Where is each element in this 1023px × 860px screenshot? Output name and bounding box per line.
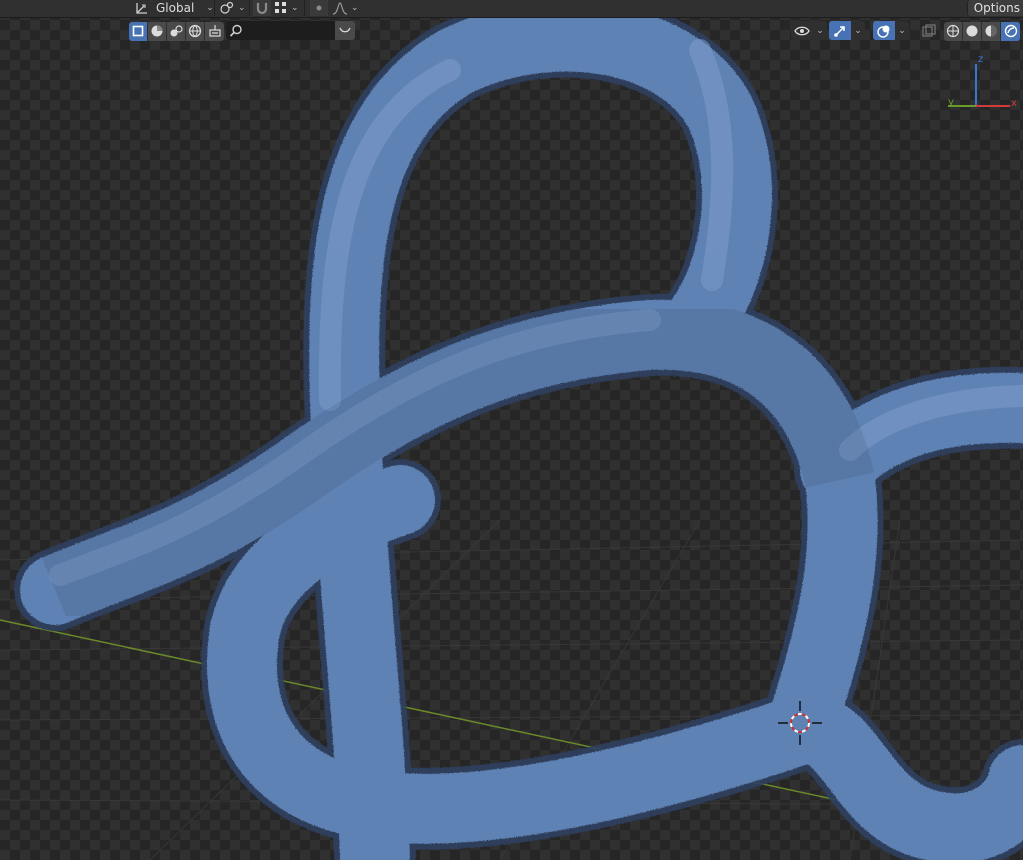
xray-icon [921, 23, 936, 37]
transform-orientation-dropdown[interactable]: Global ⌄ [134, 0, 214, 16]
shading-material-button[interactable] [982, 21, 1001, 41]
chevron-down-icon: ⌄ [813, 21, 827, 40]
brush-icon [208, 25, 221, 37]
chevron-down-icon: ⌄ [851, 21, 865, 40]
mesh-icon [170, 25, 183, 37]
search-field[interactable] [226, 21, 335, 40]
select-paint-button[interactable] [205, 21, 224, 41]
globe-icon [188, 24, 202, 38]
scene-render[interactable] [0, 0, 1023, 860]
3d-viewport[interactable]: z x y [0, 0, 1023, 860]
proportional-editing-icon [316, 5, 322, 11]
falloff-dropdown[interactable]: ⌄ [332, 0, 359, 16]
rendered-sphere-icon [1004, 24, 1017, 38]
select-mode-group [129, 21, 224, 41]
overlay-dropdown[interactable]: ⌄ [873, 21, 909, 40]
filter-icon [339, 27, 351, 32]
divider [304, 0, 305, 16]
snap-target-dropdown[interactable]: ⌄ [274, 0, 299, 16]
select-box-icon [132, 25, 144, 37]
filter-button[interactable] [335, 21, 355, 40]
gizmo-z-label: z [978, 54, 983, 65]
options-button[interactable]: Options [966, 0, 1023, 16]
chevron-down-icon: ⌄ [238, 3, 246, 13]
pivot-icon [220, 1, 234, 14]
shading-rendered-button[interactable] [1001, 21, 1020, 41]
chevron-down-icon: ⌄ [291, 3, 299, 13]
search-icon [229, 24, 242, 37]
falloff-curve-icon [332, 2, 348, 15]
eye-icon [794, 26, 810, 35]
orientation-icon [136, 3, 147, 14]
chevron-down-icon: ⌄ [206, 3, 214, 13]
transform-orientation-label: Global [156, 1, 195, 15]
solid-sphere-icon [966, 25, 978, 37]
snap-toggle[interactable] [253, 0, 271, 16]
navigation-gizmo[interactable]: z x y [940, 52, 1020, 114]
overlay-icon [877, 25, 890, 38]
gizmo-icon [834, 25, 845, 37]
select-world-button[interactable] [186, 21, 205, 41]
material-sphere-icon [985, 25, 997, 37]
shading-mode-group [944, 21, 1020, 41]
chevron-down-icon: ⌄ [895, 21, 909, 40]
gizmo-dropdown[interactable]: ⌄ [829, 21, 865, 40]
select-box-button[interactable] [129, 21, 148, 41]
proportional-editing-toggle[interactable] [310, 0, 328, 16]
magnet-icon [256, 3, 268, 15]
shading-solid-button[interactable] [963, 21, 982, 41]
wireframe-icon [946, 24, 960, 38]
select-sphere-button[interactable] [148, 21, 167, 41]
divider [214, 0, 215, 16]
grid-snap-icon [275, 2, 286, 13]
gizmo-y-label: y [948, 97, 954, 108]
gizmo-x-label: x [1011, 98, 1017, 109]
chevron-down-icon: ⌄ [351, 3, 359, 13]
select-mesh-button[interactable] [167, 21, 186, 41]
sphere-icon [151, 25, 163, 37]
xray-toggle[interactable] [919, 21, 938, 40]
viewport-header: Global ⌄ ⌄ ⌄ ⌄ Options [0, 0, 1023, 18]
visibility-dropdown[interactable]: ⌄ [791, 21, 827, 40]
shading-wireframe-button[interactable] [944, 21, 963, 41]
pivot-point-dropdown[interactable]: ⌄ [219, 0, 246, 16]
divider [249, 0, 250, 16]
